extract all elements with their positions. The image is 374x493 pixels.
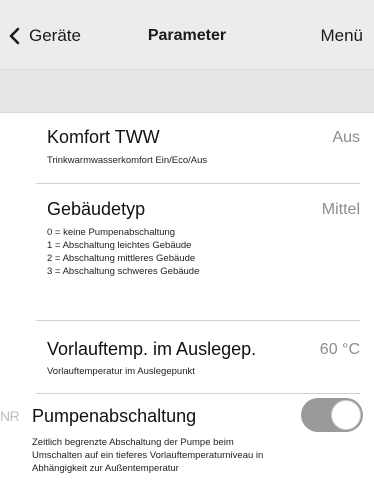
top-navigation-bar: Geräte Parameter Menü (0, 0, 374, 70)
parameter-value[interactable]: 60 °C (320, 339, 360, 361)
pumpenabschaltung-toggle[interactable] (301, 398, 363, 432)
parameter-description: Zeitlich begrenzte Abschaltung der Pumpe… (32, 437, 264, 474)
toggle-knob (331, 400, 361, 430)
parameter-description: Vorlauftemperatur im Auslegepunkt (47, 366, 195, 377)
row-divider (36, 320, 360, 321)
menu-button[interactable]: Menü (320, 26, 363, 46)
parameter-row-gebaeudetyp[interactable]: Gebäudetyp Mittel 0 = keine Pumpenabscha… (0, 185, 374, 315)
row-divider (36, 183, 360, 184)
parameter-row-pumpenabschaltung[interactable]: NR Pumpenabschaltung Zeitlich begrenzte … (0, 395, 374, 493)
page-title: Parameter (147, 27, 227, 44)
parameter-description: 0 = keine Pumpenabschaltung 1 = Abschalt… (47, 227, 200, 277)
parameter-row-vorlauftemp[interactable]: Vorlauftemp. im Auslegep. 60 °C Vorlauft… (0, 322, 374, 392)
parameter-value[interactable]: Aus (332, 127, 360, 149)
parameter-value[interactable]: Mittel (322, 199, 360, 221)
parameter-description: Trinkwarmwasserkomfort Ein/Eco/Aus (47, 155, 208, 166)
row-divider (36, 393, 360, 394)
parameter-title: Gebäudetyp (47, 199, 146, 219)
parameter-row-komfort-tww[interactable]: Komfort TWW Aus Trinkwarmwasserkomfort E… (0, 113, 374, 181)
row-prefix: NR (0, 408, 20, 424)
parameter-title: Vorlauftemp. im Auslegep. (47, 339, 257, 359)
parameter-title: Pumpenabschaltung (32, 406, 197, 426)
parameter-title: Komfort TWW (47, 127, 160, 147)
sub-header-bar (0, 70, 374, 113)
